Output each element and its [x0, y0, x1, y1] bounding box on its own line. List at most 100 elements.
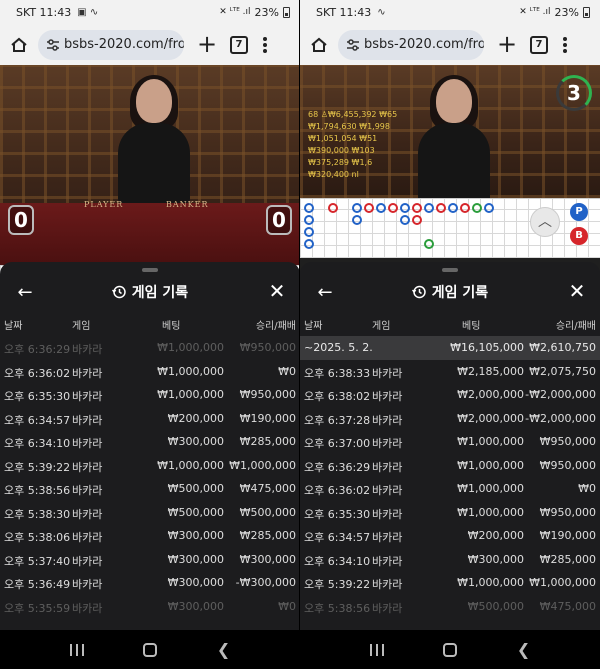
new-tab-button[interactable]: +: [194, 32, 220, 58]
bead-player: [400, 203, 410, 213]
browser-menu-button[interactable]: [262, 35, 268, 55]
android-nav-bar: ❮: [0, 630, 299, 669]
row-bet: ₩200,000: [167, 411, 224, 425]
row-date: 오후 6:34:57: [304, 531, 371, 544]
row-result: ₩950,000: [239, 388, 296, 401]
row-game: 바카라: [72, 343, 103, 356]
row-bet: ₩500,000: [167, 505, 224, 519]
row-bet: ₩300,000: [167, 435, 224, 448]
date-group-bet-total: ₩16,105,000: [450, 341, 524, 354]
sheet-grabber[interactable]: [142, 268, 158, 272]
stat-line: ₩320,400 nl: [308, 170, 359, 179]
battery-icon: [283, 6, 290, 18]
row-bet: ₩1,000,000: [457, 458, 524, 472]
row-result: ₩1,000,000: [529, 576, 596, 589]
row-bet: ₩2,185,000: [457, 364, 524, 378]
banker-predict-button[interactable]: B: [570, 227, 588, 245]
row-bet: ₩1,000,000: [457, 576, 524, 589]
history-row: 오후 5:36:49 바카라 ₩300,000 -₩300,000: [0, 571, 299, 595]
home-button[interactable]: [6, 32, 32, 58]
baccarat-table: [0, 203, 299, 265]
roadmap-expand-button[interactable]: ︿: [530, 207, 560, 237]
row-game: 바카라: [372, 601, 403, 615]
row-game: 바카라: [72, 554, 103, 568]
row-result: ₩285,000: [539, 552, 596, 566]
row-date: 오후 6:36:02: [304, 484, 371, 497]
row-game: 바카라: [372, 390, 403, 403]
col-date: 날짜: [4, 321, 23, 332]
row-game: 바카라: [372, 460, 403, 474]
url-text: bsbs-2020.com/fron: [364, 37, 484, 52]
bead-tie: [472, 203, 482, 213]
row-result: ₩190,000: [239, 411, 296, 425]
row-date: 오후 6:36:02: [4, 366, 71, 380]
row-bet: ₩1,000,000: [157, 458, 224, 472]
row-result: ₩300,000: [239, 552, 296, 566]
history-row: 오후 5:39:22 바카라 ₩1,000,000 ₩1,000,000: [300, 571, 600, 595]
row-game: 바카라: [72, 413, 103, 427]
row-date: 오후 5:38:56: [4, 484, 71, 497]
nav-home-icon[interactable]: [443, 642, 458, 657]
address-bar[interactable]: bsbs-2020.com/fron: [338, 29, 484, 60]
close-icon[interactable]: ✕: [566, 280, 588, 302]
row-date: 오후 5:35:59: [4, 601, 71, 615]
row-game: 바카라: [372, 413, 403, 427]
dealer-figure: [418, 75, 490, 198]
history-row: 오후 5:37:40 바카라 ₩300,000 ₩300,000: [0, 548, 299, 572]
row-result: -₩2,000,000: [525, 411, 596, 425]
row-bet: ₩1,000,000: [457, 505, 524, 519]
battery-percent: 23%: [254, 5, 279, 19]
row-result: ₩0: [278, 364, 296, 378]
row-date: 오후 5:38:56: [304, 601, 371, 615]
site-settings-icon[interactable]: [346, 38, 360, 52]
row-game: 바카라: [372, 366, 403, 380]
date-group-row[interactable]: ~2025. 5. 2. ₩16,105,000 ₩2,610,750: [300, 336, 600, 360]
bead-banker: [412, 215, 422, 225]
row-date: 오후 6:36:29: [4, 343, 71, 356]
bead-player: [484, 203, 494, 213]
recent-apps-icon[interactable]: [69, 643, 84, 656]
notification-icons: ▣ ∿: [77, 6, 99, 18]
bead-player: [304, 215, 314, 225]
site-settings-icon[interactable]: [46, 38, 60, 52]
close-icon[interactable]: ✕: [266, 280, 288, 302]
player-predict-button[interactable]: P: [570, 203, 588, 221]
battery-percent: 23%: [554, 5, 579, 19]
row-game: 바카라: [72, 531, 103, 544]
countdown-timer: 3: [556, 75, 592, 111]
bead-banker: [364, 203, 374, 213]
history-row: 오후 6:34:57 바카라 ₩200,000 ₩190,000: [300, 524, 600, 548]
bead-banker: [412, 203, 422, 213]
sheet-grabber[interactable]: [442, 268, 458, 272]
browser-menu-button[interactable]: [562, 35, 568, 55]
row-result: ₩2,075,750: [529, 364, 596, 378]
row-result: ₩475,000: [239, 482, 296, 495]
nav-back-icon[interactable]: ❮: [217, 640, 230, 659]
row-date: 오후 6:38:02: [304, 390, 371, 403]
col-game: 게임: [72, 321, 91, 332]
row-date: 오후 6:38:33: [304, 366, 371, 380]
history-row: 오후 5:39:22 바카라 ₩1,000,000 ₩1,000,000: [0, 454, 299, 478]
col-date: 날짜: [304, 321, 323, 332]
tab-switcher-button[interactable]: 7: [230, 35, 248, 54]
nav-back-icon[interactable]: ❮: [517, 640, 530, 659]
col-result: 승리/패배: [555, 321, 596, 332]
row-bet: ₩300,000: [167, 599, 224, 613]
address-bar[interactable]: bsbs-2020.com/fron: [38, 29, 184, 60]
row-result: ₩950,000: [239, 341, 296, 354]
phone-right: SKT 11:43 ∿ ✕ ᴸᵀᴱ .ıl 23% bsbs-2020.com/…: [300, 0, 600, 669]
col-result: 승리/패배: [255, 321, 296, 332]
recent-apps-icon[interactable]: [369, 643, 384, 656]
tab-switcher-button[interactable]: 7: [530, 35, 548, 54]
notification-icons: ∿: [377, 6, 386, 18]
row-date: 오후 5:39:22: [4, 460, 71, 474]
new-tab-button[interactable]: +: [494, 32, 520, 58]
home-button[interactable]: [306, 32, 332, 58]
col-game: 게임: [372, 321, 391, 332]
history-row: 오후 6:34:10 바카라 ₩300,000 ₩285,000: [0, 430, 299, 454]
bead-player: [424, 203, 434, 213]
history-row: 오후 6:36:29 바카라 ₩1,000,000 ₩950,000: [300, 454, 600, 478]
nav-home-icon[interactable]: [143, 642, 158, 657]
bead-banker: [328, 203, 338, 213]
row-result: ₩475,000: [539, 599, 596, 613]
